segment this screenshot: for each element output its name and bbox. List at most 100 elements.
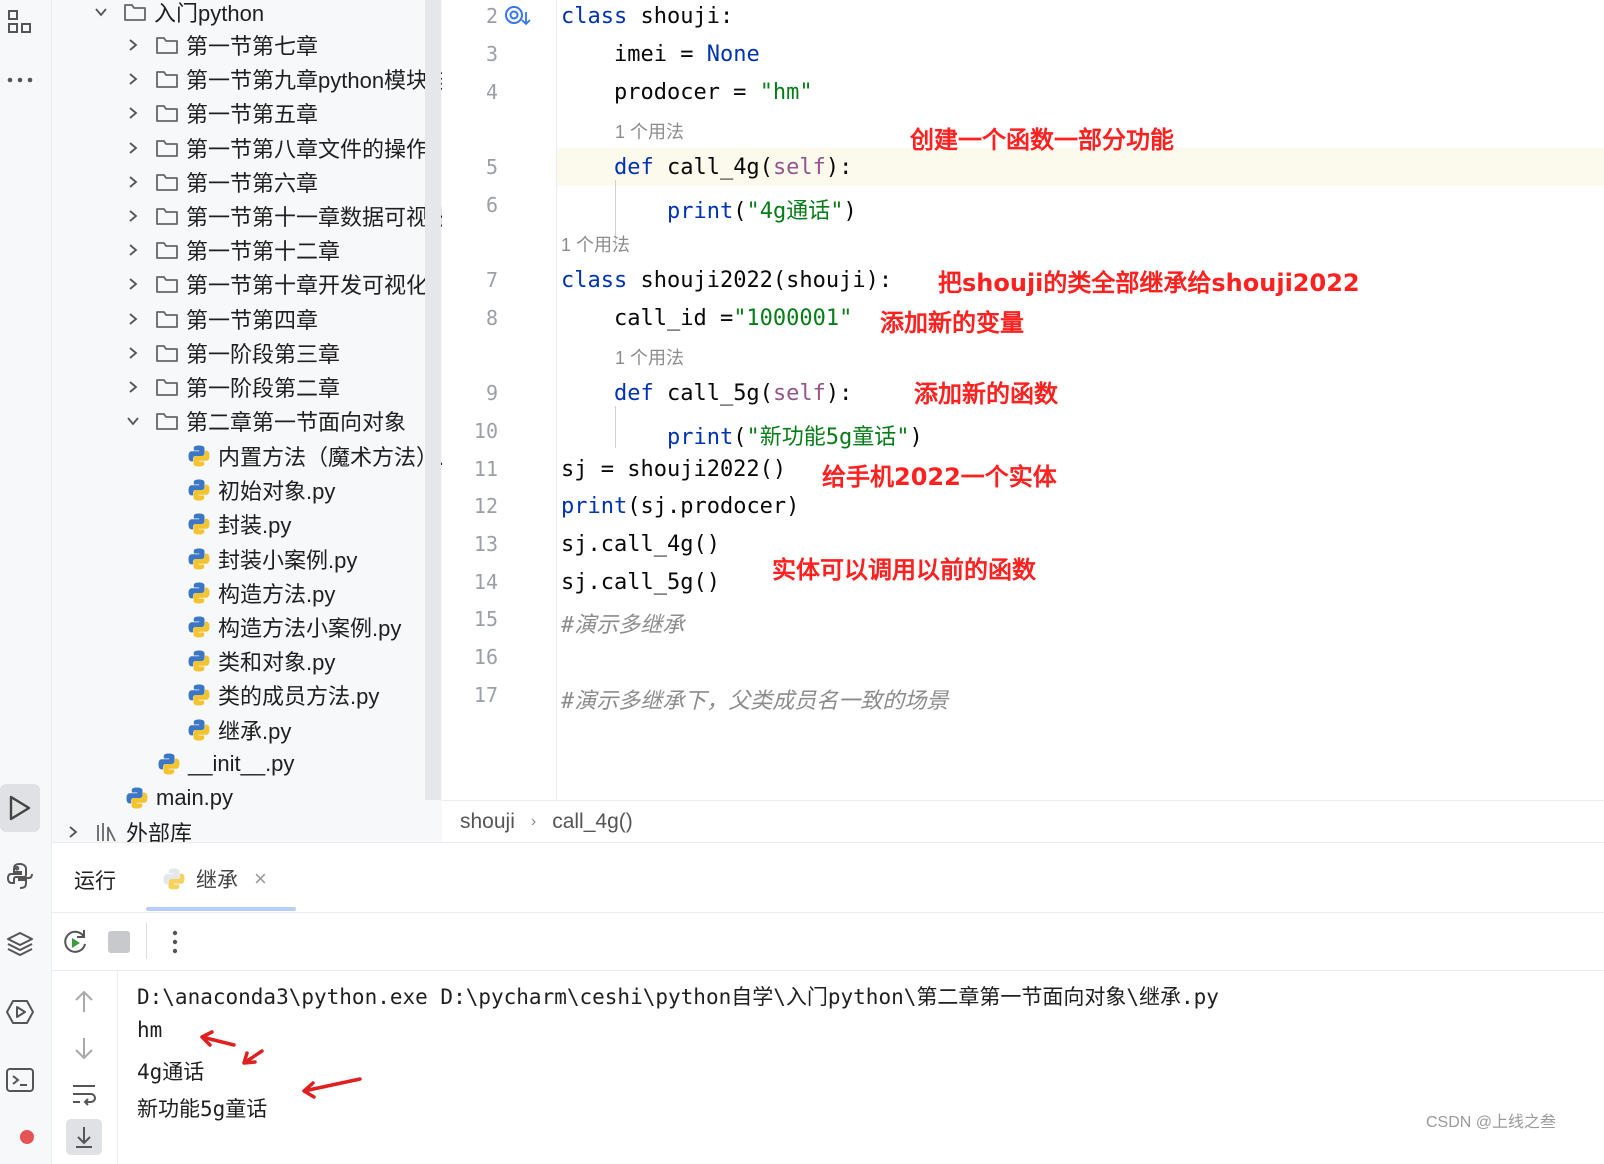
code-line-17: #演示多继承下，父类成员名一致的场景 (561, 689, 949, 714)
tree-item-label: 第一节第十二章 (186, 239, 341, 265)
tree-folder[interactable]: 第一节第八章文件的操作 (122, 131, 428, 165)
layers-icon[interactable] (0, 922, 40, 966)
line-number: 3 (485, 42, 498, 66)
tree-scrollbar[interactable] (425, 0, 441, 800)
line-number: 9 (485, 381, 498, 405)
chevron-right-icon[interactable] (122, 137, 144, 159)
run-icon[interactable] (0, 784, 40, 832)
tree-folder[interactable]: 第一节第六章 (122, 165, 318, 199)
code-token: "4g通话" (746, 199, 844, 224)
red-arrow-2 (242, 1049, 264, 1065)
python-file-icon (186, 648, 212, 674)
tree-folder[interactable]: 第一节第十一章数据可视化 (122, 199, 442, 233)
tree-folder[interactable]: 第一节第五章 (122, 96, 318, 130)
tree-file[interactable]: 初始对象.py (186, 473, 335, 507)
tab-underline (146, 907, 296, 911)
tree-file[interactable]: 封装.py (186, 507, 291, 541)
soft-wrap-icon[interactable] (70, 1081, 98, 1112)
python-file-icon (186, 614, 212, 640)
terminal-icon[interactable] (0, 1058, 40, 1102)
code-token: call_4g( (653, 155, 773, 180)
chevron-down-icon[interactable] (122, 410, 144, 432)
tree-item-label: __init__.py (188, 751, 295, 776)
chevron-right-icon[interactable] (122, 239, 144, 261)
tree-folder[interactable]: 第二章第一节面向对象 (122, 404, 406, 438)
tool-window-bar (0, 0, 52, 1164)
tree-folder[interactable]: 第一节第十二章 (122, 233, 340, 267)
scroll-end-icon[interactable] (66, 1119, 102, 1155)
tree-item-label: 构造方法小案例.py (218, 616, 402, 641)
arrow-down-icon[interactable] (72, 1035, 96, 1066)
line-number: 8 (485, 306, 498, 330)
tree-folder[interactable]: 第一节第九章python模块与 (122, 62, 442, 96)
folder-icon (154, 306, 180, 332)
tree-folder[interactable]: 第一阶段第二章 (122, 370, 340, 404)
tree-folder[interactable]: 第一阶段第三章 (122, 336, 340, 370)
code-line-6: print("4g通话") (561, 193, 857, 225)
tree-folder[interactable]: 第一节第四章 (122, 302, 318, 336)
line-number: 14 (473, 570, 498, 594)
tree-item-label: 第一节第八章文件的操作 (186, 136, 429, 162)
chevron-right-icon[interactable] (122, 342, 144, 364)
chevron-right-icon[interactable] (62, 821, 84, 843)
folder-icon (154, 66, 180, 92)
chevron-right-icon[interactable] (122, 68, 144, 90)
tree-file[interactable]: 封装小案例.py (186, 542, 357, 576)
watermark: CSDN @上线之叁 (1425, 1114, 1556, 1131)
tree-item-label: 第一节第十一章数据可视化 (186, 205, 442, 230)
code-line-4: prodocer = "hm" (561, 80, 813, 105)
chevron-right-icon[interactable] (122, 102, 144, 124)
chevron-right-icon[interactable] (122, 34, 144, 56)
folder-icon (154, 340, 180, 366)
more-icon[interactable] (0, 58, 40, 102)
chevron-right-icon[interactable] (122, 171, 144, 193)
line-number: 10 (473, 419, 498, 443)
chevron-right-icon[interactable] (122, 273, 144, 295)
tree-folder[interactable]: 第一节第七章 (122, 28, 318, 62)
tree-folder[interactable]: 第一节第十章开发可视化 (122, 267, 428, 301)
usage-hint[interactable]: 1 个用法 (561, 231, 630, 257)
tree-folder-root[interactable]: 入门python (90, 0, 264, 29)
code-token: (sj.prodocer) (627, 494, 800, 519)
stop-icon[interactable] (108, 931, 130, 953)
usage-hint[interactable]: 1 个用法 (615, 344, 684, 370)
python-file-icon (124, 785, 150, 811)
folder-icon (154, 100, 180, 126)
folder-icon (154, 135, 180, 161)
run-tab-active[interactable]: 继承 × (162, 857, 267, 901)
tree-file[interactable]: __init__.py (156, 747, 294, 781)
arrow-up-icon[interactable] (72, 989, 96, 1020)
annotation-new-variable: 添加新的变量 (880, 309, 1024, 337)
tree-file[interactable]: 构造方法.py (186, 576, 335, 610)
tree-item-label: 第一节第九章python模块与 (186, 68, 442, 94)
chevron-right-icon[interactable] (122, 205, 144, 227)
tree-item-label: 第一阶段第二章 (186, 376, 341, 401)
chevron-right-icon[interactable] (122, 376, 144, 398)
override-icon[interactable] (504, 4, 534, 35)
tree-file[interactable]: 类的成员方法.py (186, 678, 379, 712)
code-editor[interactable]: class shouji: imei = None prodocer = "hm… (557, 0, 1604, 800)
breadcrumb-item[interactable]: shouji (460, 810, 515, 834)
tree-file-selected[interactable]: 继承.py (61, 712, 302, 747)
usage-hint[interactable]: 1 个用法 (615, 118, 684, 144)
chevron-down-icon[interactable] (90, 1, 112, 23)
code-token: print (666, 425, 734, 450)
structure-icon[interactable] (0, 0, 40, 44)
services-icon[interactable] (0, 990, 40, 1034)
tree-item-label: 初始对象.py (218, 479, 336, 505)
annotation-call-previous: 实体可以调用以前的函数 (772, 556, 1036, 584)
tree-file[interactable]: 内置方法（魔术方法）.py (186, 439, 442, 473)
breadcrumb-item[interactable]: call_4g() (552, 810, 633, 834)
tree-file[interactable]: 类和对象.py (186, 644, 335, 678)
python-console-icon[interactable] (0, 854, 40, 898)
chevron-right-icon[interactable] (122, 308, 144, 330)
annotation-new-function: 添加新的函数 (914, 380, 1058, 408)
close-icon[interactable]: × (254, 866, 267, 892)
tree-file[interactable]: 构造方法小案例.py (186, 610, 401, 644)
rerun-icon[interactable] (60, 927, 90, 962)
code-token: prodocer = (561, 80, 760, 105)
code-line-3: imei = None (561, 42, 760, 67)
code-line-15: #演示多继承 (561, 613, 685, 638)
tree-file[interactable]: main.py (124, 781, 233, 815)
kebab-menu-icon[interactable] (164, 927, 186, 962)
